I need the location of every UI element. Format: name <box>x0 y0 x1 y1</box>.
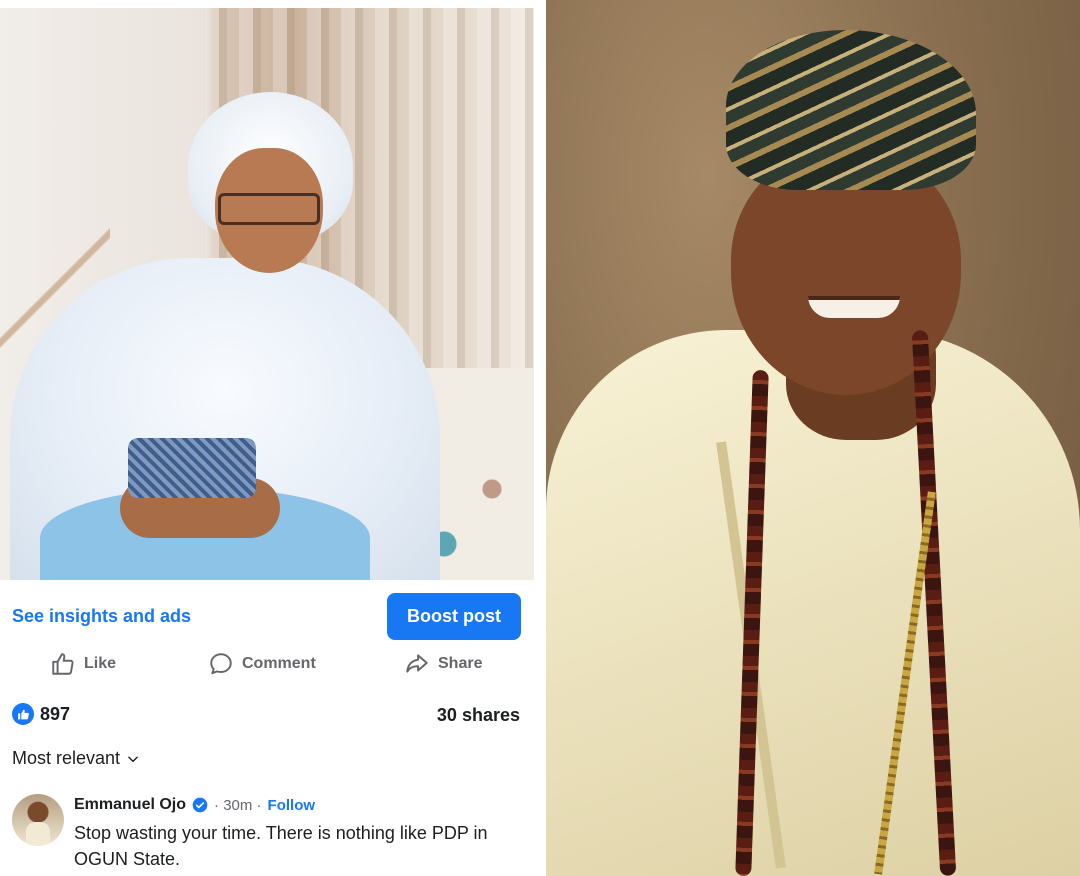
beaded-clutch <box>128 438 256 498</box>
follow-link[interactable]: Follow <box>268 797 316 814</box>
like-label: Like <box>84 655 117 672</box>
post-action-row: See insights and ads Boost post <box>0 593 534 641</box>
see-insights-link[interactable]: See insights and ads <box>12 606 191 627</box>
shares-count[interactable]: 30 shares <box>437 705 520 726</box>
comment-button[interactable]: Comment <box>208 649 316 679</box>
portrait-photo-man <box>546 0 1080 876</box>
avatar[interactable] <box>12 794 64 846</box>
verified-badge-icon <box>192 797 208 813</box>
share-button[interactable]: Share <box>404 649 482 679</box>
share-label: Share <box>438 655 483 672</box>
eyeglasses <box>218 193 320 225</box>
comment-sort-dropdown[interactable]: Most relevant <box>12 748 140 769</box>
like-badge-icon <box>12 703 34 725</box>
sort-label: Most relevant <box>12 748 121 768</box>
reaction-count: 897 <box>40 703 71 724</box>
chevron-down-icon <box>128 756 138 762</box>
comment-time: · 30m · <box>214 796 262 814</box>
boost-post-button[interactable]: Boost post <box>387 593 521 640</box>
thumbs-up-icon <box>52 653 74 675</box>
speech-bubble-icon <box>210 653 232 675</box>
comment-author[interactable]: Emmanuel Ojo <box>74 796 186 814</box>
comment-header: Emmanuel Ojo · 30m · Follow <box>74 796 315 814</box>
striped-fila-cap <box>726 30 976 190</box>
post-photo-woman[interactable] <box>0 8 534 580</box>
share-arrow-icon <box>406 654 428 673</box>
reaction-bar: Like Comment Share <box>0 645 534 683</box>
comment-text: Stop wasting your time. There is nothing… <box>74 823 488 869</box>
post-stats-row: 897 30 shares <box>0 700 534 730</box>
facebook-post-panel: See insights and ads Boost post Like Com… <box>0 0 540 876</box>
like-button[interactable]: Like <box>50 649 116 679</box>
comment-item: Emmanuel Ojo · 30m · Follow Stop wasting… <box>12 792 532 876</box>
reaction-summary[interactable]: 897 <box>12 703 70 725</box>
smile <box>808 296 900 318</box>
comment-label: Comment <box>242 655 316 672</box>
